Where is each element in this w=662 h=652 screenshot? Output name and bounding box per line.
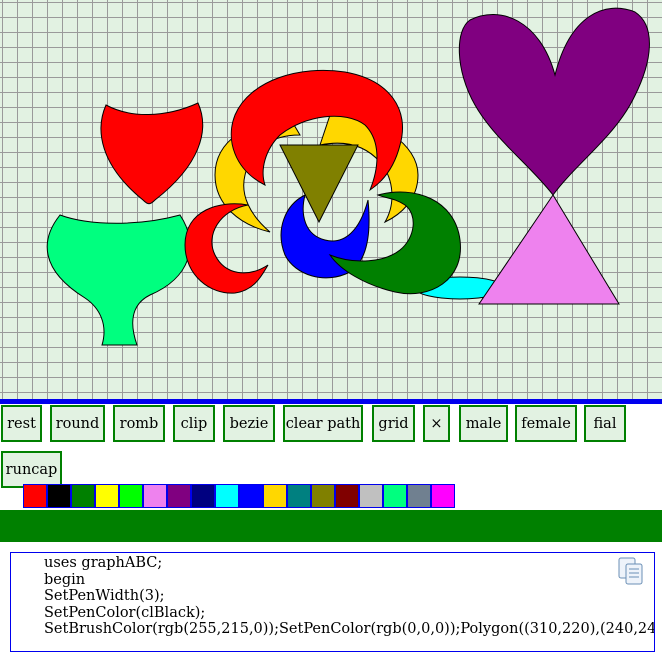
color-swatch[interactable] [359,484,383,508]
code-line: SetPenWidth(3); [44,588,165,604]
color-swatch[interactable] [143,484,167,508]
grid-button[interactable]: grid [372,405,415,442]
canvas-bottom-border [0,399,662,404]
romb-button[interactable]: romb [113,405,165,442]
clear-path-button[interactable]: clear path [283,405,363,442]
code-line: begin [44,571,86,588]
copy-icon[interactable] [618,557,644,585]
runcap-button[interactable]: runcap [1,451,62,488]
female-button[interactable]: female [515,405,577,442]
color-swatch[interactable] [215,484,239,508]
color-swatch[interactable] [191,484,215,508]
male-button[interactable]: male [459,405,508,442]
toolbar-row-1: rest round romb clip bezie clear path grid × mal… [0,405,662,443]
code-line: SetBrushColor(rgb(255,215,0));SetPenColo… [44,621,655,637]
bezie-button[interactable]: bezie [223,405,275,442]
color-swatch[interactable] [287,484,311,508]
color-swatch[interactable] [71,484,95,508]
color-swatch[interactable] [311,484,335,508]
close-button[interactable]: × [423,405,450,442]
color-swatch[interactable] [95,484,119,508]
color-palette [0,484,460,508]
violet-triangle-shape [478,194,620,305]
color-swatch[interactable] [263,484,287,508]
drawing-canvas[interactable] [0,0,662,400]
color-swatch[interactable] [239,484,263,508]
color-swatch[interactable] [407,484,431,508]
purple-heart-shape [458,7,650,196]
color-swatch[interactable] [335,484,359,508]
red-shield-shape [100,102,204,205]
color-swatch[interactable] [383,484,407,508]
color-swatch[interactable] [119,484,143,508]
status-bar [0,510,662,542]
color-swatch[interactable] [47,484,71,508]
code-editor[interactable]: uses graphABC; begin SetPenWidth(3); SetPen… [10,552,655,652]
color-swatch[interactable] [167,484,191,508]
canvas-drawing [46,7,650,346]
code-line: uses graphABC; [44,555,163,571]
code-lines: uses graphABC; begin SetPenWidth(3); SetPen… [44,555,655,638]
color-swatch[interactable] [23,484,47,508]
round-button[interactable]: round [50,405,105,442]
color-swatch[interactable] [431,484,455,508]
clip-button[interactable]: clip [173,405,215,442]
code-line: SetPenColor(clBlack); [44,604,206,621]
fial-button[interactable]: fial [584,405,626,442]
green-vase-shape [46,214,191,346]
rest-button[interactable]: rest [1,405,42,442]
